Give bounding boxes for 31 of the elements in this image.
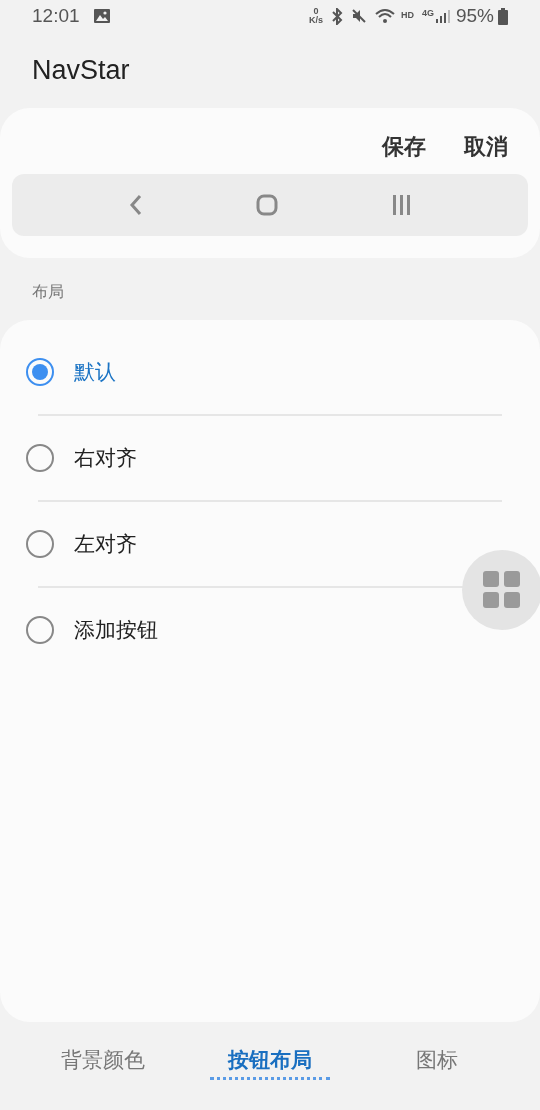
battery-percent: 95%	[455, 3, 494, 28]
image-icon	[93, 9, 110, 23]
status-time: 12:01	[32, 3, 80, 28]
option-label: 右对齐	[74, 445, 137, 472]
option-label: 左对齐	[74, 531, 137, 558]
speed-unit: K/s	[308, 16, 323, 25]
radio-button[interactable]	[26, 616, 54, 644]
radio-button[interactable]	[26, 530, 54, 558]
network-label: 4G	[421, 7, 434, 20]
section-title: 布局	[32, 282, 64, 302]
speed-value: 0	[313, 7, 319, 16]
action-button[interactable]: 取消	[464, 130, 508, 160]
signal-icon	[435, 9, 450, 23]
radio-button[interactable]	[26, 444, 54, 472]
tab[interactable]: 图标	[376, 1043, 497, 1081]
radio-button[interactable]	[26, 358, 54, 386]
grid-icon	[483, 571, 521, 609]
battery-icon	[498, 7, 508, 25]
recents-icon	[391, 195, 412, 215]
mute-icon	[350, 8, 367, 24]
tab[interactable]: 背景颜色	[43, 1043, 164, 1081]
option-label: 添加按钮	[74, 617, 158, 644]
wifi-icon	[374, 8, 395, 24]
app-title: NavStar	[32, 53, 130, 87]
option-label: 默认	[74, 359, 116, 386]
hd-label: HD	[400, 9, 414, 23]
tab[interactable]: 按钮布局	[210, 1043, 330, 1081]
action-button[interactable]: 保存	[382, 130, 426, 160]
home-icon	[256, 194, 278, 216]
back-icon	[128, 194, 143, 216]
bluetooth-icon	[330, 7, 343, 25]
